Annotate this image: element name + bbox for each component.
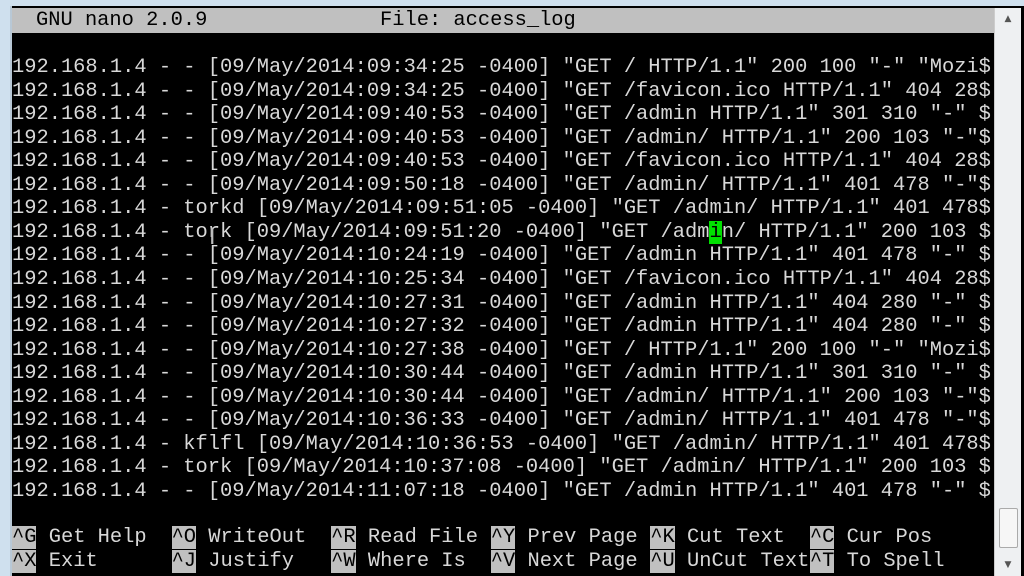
- shortcut-key: ^R: [331, 526, 356, 549]
- shortcut-prev-page[interactable]: ^Y Prev Page: [490, 526, 638, 550]
- log-line[interactable]: 192.168.1.4 - - [09/May/2014:09:40:53 -0…: [12, 103, 991, 127]
- scrollbar[interactable]: ▲ ▼: [994, 8, 1021, 576]
- nano-title-bar: GNU nano 2.0.9 File: access_log: [12, 8, 994, 33]
- scroll-up-icon[interactable]: ▲: [995, 14, 1021, 24]
- shortcut-justify[interactable]: ^J Justify: [171, 549, 294, 574]
- log-line[interactable]: 192.168.1.4 - - [09/May/2014:09:40:53 -0…: [12, 127, 991, 151]
- log-line[interactable]: 192.168.1.4 - - [09/May/2014:10:36:33 -0…: [12, 409, 991, 433]
- log-line[interactable]: 192.168.1.4 - tork [09/May/2014:10:37:08…: [12, 456, 991, 480]
- log-line[interactable]: 192.168.1.4 - - [09/May/2014:10:27:31 -0…: [12, 292, 991, 316]
- shortcut-exit[interactable]: ^X Exit: [12, 549, 98, 574]
- shortcut-label: Justify: [208, 549, 294, 573]
- shortcut-label: Cut Text: [687, 526, 785, 549]
- log-line[interactable]: 192.168.1.4 - - [09/May/2014:10:27:38 -0…: [12, 339, 991, 363]
- shortcut-label: Get Help: [48, 526, 147, 549]
- log-line[interactable]: 192.168.1.4 - tork [09/May/2014:09:51:20…: [12, 220, 991, 245]
- shortcut-where-is[interactable]: ^W Where Is: [331, 549, 466, 574]
- log-line[interactable]: 192.168.1.4 - - [09/May/2014:11:07:18 -0…: [12, 480, 991, 504]
- shortcut-label: Next Page: [527, 549, 638, 573]
- shortcut-read-file[interactable]: ^R Read File: [331, 526, 478, 550]
- shortcut-key: ^J: [171, 549, 197, 573]
- shortcut-key: ^O: [171, 526, 197, 549]
- shortcut-label: WriteOut: [208, 526, 307, 549]
- shortcut-cut-text[interactable]: ^K Cut Text: [650, 526, 785, 550]
- shortcut-label: Exit: [48, 549, 98, 573]
- log-line[interactable]: 192.168.1.4 - - [09/May/2014:09:34:25 -0…: [12, 56, 991, 80]
- log-line[interactable]: 192.168.1.4 - - [09/May/2014:09:34:25 -0…: [12, 80, 991, 104]
- text-cursor: i: [709, 220, 722, 244]
- shortcut-key: ^T: [809, 549, 835, 573]
- log-line[interactable]: 192.168.1.4 - torkd [09/May/2014:09:51:0…: [12, 197, 991, 221]
- log-line[interactable]: 192.168.1.4 - - [09/May/2014:10:25:34 -0…: [12, 268, 991, 292]
- shortcut-writeout[interactable]: ^O WriteOut: [171, 526, 307, 550]
- text-cursor-icon: I: [209, 225, 216, 250]
- shortcut-label: UnCut Text: [687, 549, 810, 573]
- log-line[interactable]: 192.168.1.4 - - [09/May/2014:10:24:19 -0…: [12, 244, 991, 268]
- file-name: File: access_log: [380, 9, 576, 32]
- shortcut-label: Where Is: [367, 549, 466, 573]
- shortcut-key: ^W: [331, 549, 356, 573]
- shortcut-key: ^U: [650, 549, 675, 573]
- log-line[interactable]: 192.168.1.4 - - [09/May/2014:09:40:53 -0…: [12, 150, 991, 174]
- nano-editor[interactable]: GNU nano 2.0.9 File: access_log 192.168.…: [12, 8, 994, 576]
- log-line[interactable]: 192.168.1.4 - - [09/May/2014:09:50:18 -0…: [12, 174, 991, 198]
- shortcut-key: ^Y: [490, 526, 516, 549]
- log-line-text: 192.168.1.4 - tork [09/May/2014:09:51:20…: [12, 220, 710, 244]
- log-line[interactable]: 192.168.1.4 - kflfl [09/May/2014:10:36:5…: [12, 433, 991, 457]
- shortcut-label: Prev Page: [527, 526, 638, 549]
- shortcut-key: ^K: [650, 526, 675, 549]
- log-line-text: n/ HTTP/1.1" 200 103 $: [721, 220, 991, 244]
- shortcut-next-page[interactable]: ^V Next Page: [490, 549, 638, 574]
- shortcut-get-help[interactable]: ^G Get Help: [12, 526, 147, 550]
- shortcut-key: ^G: [12, 526, 37, 549]
- shortcut-key: ^V: [490, 549, 516, 573]
- shortcut-key: ^X: [12, 549, 37, 573]
- app-version: GNU nano 2.0.9: [36, 9, 208, 32]
- shortcut-label: To Spell: [846, 549, 945, 573]
- shortcut-key: ^C: [809, 526, 835, 549]
- shortcut-cur-pos[interactable]: ^C Cur Pos: [809, 526, 933, 550]
- scrollbar-thumb[interactable]: [999, 508, 1018, 548]
- log-line[interactable]: 192.168.1.4 - - [09/May/2014:10:30:44 -0…: [12, 386, 991, 410]
- scroll-down-icon[interactable]: ▼: [995, 560, 1021, 570]
- log-line[interactable]: 192.168.1.4 - - [09/May/2014:10:30:44 -0…: [12, 362, 991, 386]
- shortcut-label: Read File: [367, 526, 479, 549]
- shortcut-uncut-text[interactable]: ^U UnCut Text: [650, 549, 810, 574]
- log-line[interactable]: 192.168.1.4 - - [09/May/2014:10:27:32 -0…: [12, 315, 991, 339]
- shortcut-to-spell[interactable]: ^T To Spell: [809, 549, 945, 574]
- shortcut-label: Cur Pos: [846, 526, 933, 549]
